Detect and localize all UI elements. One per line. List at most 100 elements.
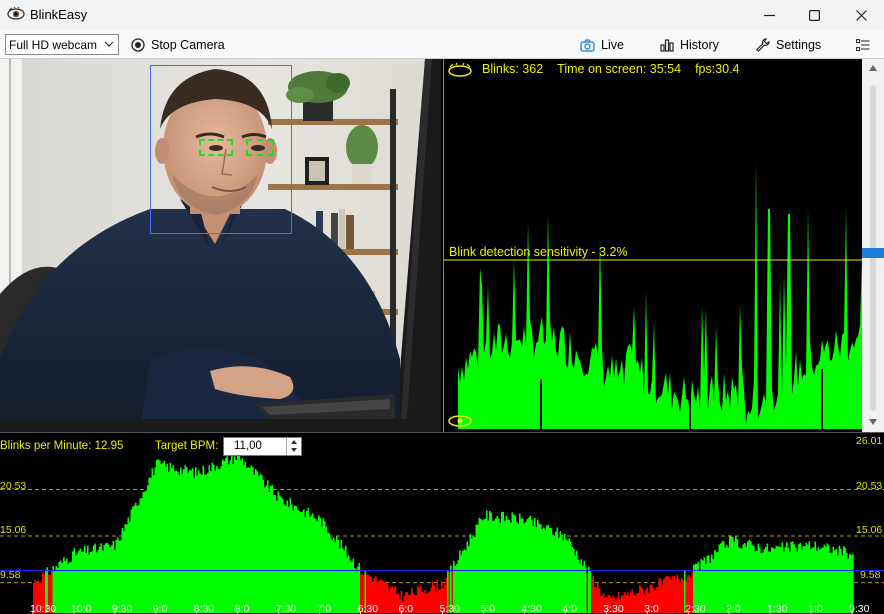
bpm-bar <box>145 490 148 613</box>
bpm-bar <box>679 581 682 613</box>
bpm-bar <box>828 545 830 613</box>
bpm-bar <box>343 550 346 613</box>
bpm-bar <box>342 548 344 613</box>
bpm-bar <box>583 560 586 613</box>
bpm-bar <box>298 510 301 613</box>
bpm-bar <box>846 552 848 613</box>
minimize-button[interactable] <box>746 0 792 30</box>
bpm-bar <box>165 466 167 613</box>
bpm-bar <box>559 531 562 613</box>
bpm-bar <box>211 462 214 613</box>
history-tab[interactable]: History <box>660 34 719 56</box>
bpm-bar <box>841 555 844 613</box>
close-icon <box>855 9 867 21</box>
left-eye-detection-box <box>199 139 233 156</box>
x-tick-label: 1:0 <box>808 603 823 614</box>
camera-select[interactable]: Full HD webcam <box>5 34 119 55</box>
bpm-bar <box>466 541 469 613</box>
bpm-bar <box>148 477 151 613</box>
x-tick-label: 6:30 <box>357 603 379 614</box>
bpm-bar <box>418 588 421 613</box>
bpm-bar <box>805 542 808 613</box>
live-tab[interactable]: Live <box>580 34 624 56</box>
bpm-bar <box>223 460 226 613</box>
bpm-bar <box>463 549 466 613</box>
wrench-icon <box>756 38 770 52</box>
stop-camera-button[interactable]: Stop Camera <box>131 34 225 56</box>
bpm-bar <box>477 524 479 613</box>
bpm-bar <box>259 473 262 613</box>
bpm-bar <box>682 580 685 613</box>
bpm-bar <box>102 550 104 613</box>
bpm-bar <box>681 577 683 613</box>
bpm-bar <box>432 581 434 613</box>
bpm-bar <box>802 545 805 613</box>
sensitivity-slider[interactable] <box>862 59 884 432</box>
bpm-bar <box>258 476 260 613</box>
bpm-bar <box>630 592 632 613</box>
bpm-bar <box>186 467 188 613</box>
bpm-bar <box>66 558 68 613</box>
bpm-bar <box>826 543 829 613</box>
target-bpm-input[interactable]: 11,00 <box>223 437 302 456</box>
bpm-bar <box>234 456 236 613</box>
bpm-bar <box>636 592 638 613</box>
bpm-bar <box>793 544 796 613</box>
triangle-up-icon[interactable] <box>869 65 877 71</box>
bpm-bar <box>297 509 299 613</box>
bpm-bar <box>844 548 847 613</box>
bpm-bar <box>231 454 233 613</box>
bpm-bar <box>213 464 215 613</box>
bpm-bar <box>337 539 340 613</box>
bpm-bar <box>672 576 674 613</box>
bpm-bar <box>759 547 761 613</box>
bpm-bar <box>751 545 754 613</box>
bpm-bar <box>138 504 140 613</box>
bpm-bar <box>265 485 268 613</box>
bpm-bar <box>580 559 583 613</box>
bpm-bar <box>181 473 184 613</box>
bpm-bar <box>513 514 515 613</box>
close-button[interactable] <box>838 0 884 30</box>
bpm-bar <box>669 577 671 613</box>
stop-camera-label: Stop Camera <box>151 38 225 52</box>
bpm-bar <box>351 561 353 613</box>
bpm-bar <box>238 454 241 613</box>
settings-tab[interactable]: Settings <box>756 34 821 56</box>
bpm-bar <box>625 594 628 613</box>
bpm-bar <box>420 585 422 613</box>
bpm-bar <box>741 548 743 613</box>
bpm-bar <box>469 534 472 613</box>
bpm-bar <box>169 462 172 613</box>
bpm-bar <box>135 502 137 613</box>
bpm-bar <box>546 525 548 613</box>
sensitivity-label: Blink detection sensitivity - 3.2% <box>449 245 628 259</box>
bpm-bar <box>729 535 731 613</box>
triangle-down-icon[interactable] <box>869 419 877 425</box>
spin-down-icon[interactable] <box>287 446 301 454</box>
bpm-bar <box>132 506 134 613</box>
bpm-bar <box>423 593 425 613</box>
slider-thumb[interactable] <box>862 248 884 258</box>
bpm-bar <box>390 586 392 613</box>
bpm-bar <box>762 552 764 613</box>
bpm-bar <box>108 544 110 613</box>
bpm-bar <box>501 511 503 613</box>
bpm-bar <box>790 541 793 613</box>
menu-button[interactable] <box>856 34 876 56</box>
bpm-bar <box>723 541 725 613</box>
bpm-bar <box>154 467 157 613</box>
bpm-bar <box>187 472 190 613</box>
bpm-bar <box>676 574 679 613</box>
blink-count: Blinks: 362 <box>482 62 544 76</box>
bpm-bar <box>480 519 482 613</box>
bpm-bar <box>321 526 323 613</box>
maximize-button[interactable] <box>791 0 837 30</box>
bpm-bar <box>627 592 629 613</box>
target-bpm-spinner[interactable] <box>286 438 301 455</box>
spin-up-icon[interactable] <box>287 438 301 446</box>
bpm-bar <box>199 473 202 613</box>
bpm-bar <box>754 551 757 613</box>
bpm-bar <box>171 467 173 613</box>
bpm-bar <box>631 589 634 613</box>
